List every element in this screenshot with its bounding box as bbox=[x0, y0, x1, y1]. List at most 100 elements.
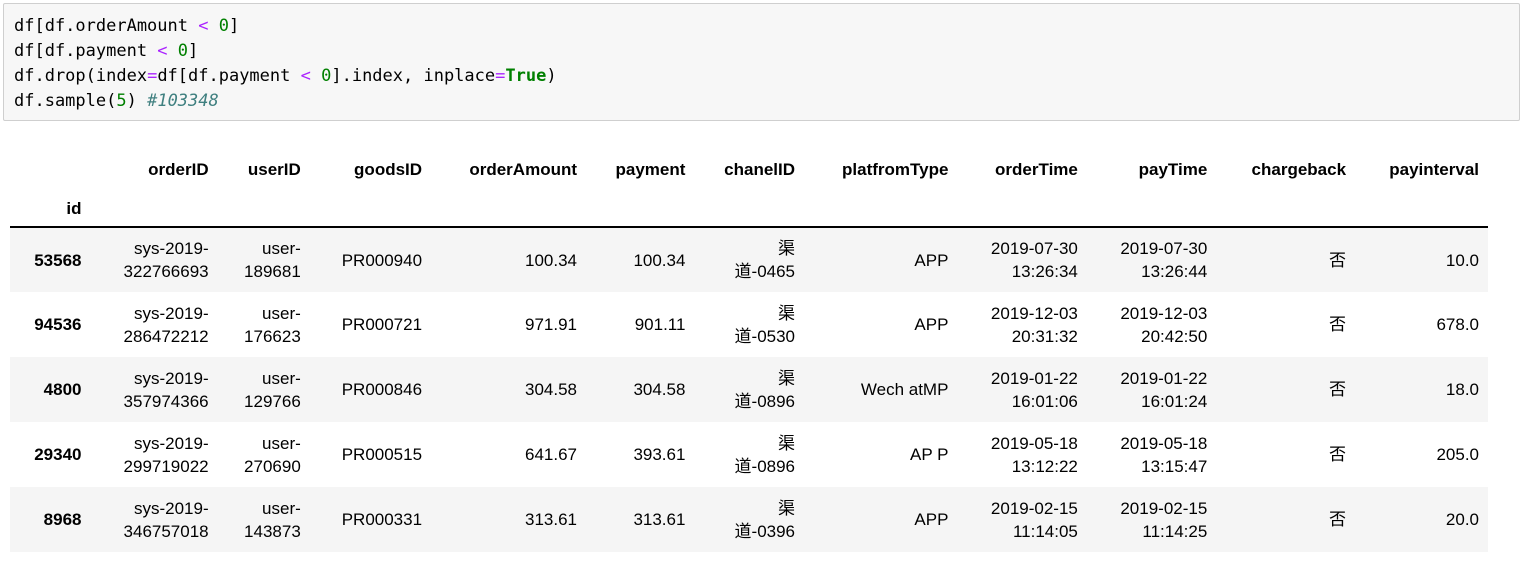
code-line: df.sample(5) #103348 bbox=[14, 89, 1519, 114]
cell-chanelID: 渠道-0396 bbox=[694, 487, 804, 552]
cell-orderAmount: 971.91 bbox=[431, 292, 586, 357]
cell-line: 299719022 bbox=[123, 456, 209, 476]
cell-payinterval: 10.0 bbox=[1355, 227, 1488, 292]
column-header-userID: userID bbox=[247, 159, 301, 179]
cell-text: 否 bbox=[1329, 249, 1346, 272]
code-line: df[df.orderAmount < 0] bbox=[14, 14, 1519, 39]
cell-text: user- 176623 bbox=[244, 302, 301, 348]
cell-line: 346757018 bbox=[123, 521, 209, 541]
column-header-payment: payment bbox=[615, 159, 686, 179]
code-cell[interactable]: df[df.orderAmount < 0] df[df.payment < 0]… bbox=[3, 3, 1520, 121]
cell-platfromType: APP bbox=[804, 292, 957, 357]
column-header-payTime: payTime bbox=[1138, 159, 1208, 179]
cell-text: user- 129766 bbox=[244, 367, 301, 413]
cell-payinterval: 18.0 bbox=[1355, 357, 1488, 422]
cell-line: 18.0 bbox=[1445, 380, 1479, 399]
cell-line: 357974366 bbox=[123, 391, 209, 411]
cell-text: 渠道-0396 bbox=[735, 497, 795, 543]
row-index: 94536 bbox=[34, 315, 82, 334]
cell-line: Wech atMP bbox=[860, 380, 949, 399]
cell-text: sys-2019- 322766693 bbox=[124, 237, 209, 283]
cell-text: 2019-12-03 20:42:50 bbox=[1120, 302, 1207, 348]
column-header-row: orderID userID goodsID orderAmount payment ch… bbox=[10, 148, 1488, 190]
code-token: ].index, inplace bbox=[331, 66, 496, 86]
column-header-orderAmount: orderAmount bbox=[469, 159, 578, 179]
cell-line: 971.91 bbox=[525, 315, 578, 334]
cell-line: 否 bbox=[1329, 445, 1347, 464]
cell-line: 2019-01-22 bbox=[990, 368, 1078, 388]
cell-platfromType: APP bbox=[804, 487, 957, 552]
cell-line: 270690 bbox=[244, 456, 301, 476]
code-token: ] bbox=[228, 16, 240, 36]
code-token: #103348 bbox=[147, 91, 219, 111]
cell-chanelID: 渠道-0465 bbox=[694, 227, 804, 292]
cell-text: Wech atMP bbox=[861, 378, 949, 401]
column-header-payinterval: payinterval bbox=[1389, 159, 1479, 179]
cell-goodsID: PR000331 bbox=[310, 487, 431, 552]
cell-text: APP bbox=[914, 249, 948, 272]
cell-orderTime: 2019-12-03 20:31:32 bbox=[957, 292, 1086, 357]
cell-line: 否 bbox=[1329, 510, 1347, 529]
cell-orderTime: 2019-02-15 11:14:05 bbox=[957, 487, 1086, 552]
cell-text: PR000721 bbox=[342, 313, 422, 336]
cell-orderID: sys-2019- 299719022 bbox=[91, 422, 218, 487]
cell-line: PR000940 bbox=[341, 250, 423, 270]
cell-line: APP bbox=[914, 250, 949, 270]
cell-line: 否 bbox=[1329, 315, 1347, 334]
cell-line: 2019-12-03 bbox=[990, 303, 1078, 323]
cell-text: 2019-02-15 11:14:25 bbox=[1120, 497, 1207, 543]
cell-payinterval: 20.0 bbox=[1355, 487, 1488, 552]
cell-line: 20:31:32 bbox=[1011, 326, 1078, 346]
cell-text: 2019-05-18 13:15:47 bbox=[1120, 432, 1207, 478]
cell-line: 2019-07-30 bbox=[990, 239, 1078, 258]
cell-line: 13:15:47 bbox=[1141, 456, 1208, 476]
cell-text: 渠道-0530 bbox=[735, 302, 795, 348]
dataframe-table: orderID userID goodsID orderAmount payment ch… bbox=[10, 148, 1488, 552]
cell-line: sys-2019- bbox=[133, 239, 209, 258]
column-header-platfromType: platfromType bbox=[842, 159, 949, 179]
cell-text: 393.61 bbox=[633, 443, 685, 466]
cell-payment: 393.61 bbox=[586, 422, 694, 487]
cell-line: 143873 bbox=[244, 521, 301, 541]
cell-platfromType: Wech atMP bbox=[804, 357, 957, 422]
cell-line: user- bbox=[262, 368, 301, 388]
cell-platfromType: AP P bbox=[804, 422, 957, 487]
table-row: 94536 sys-2019- 286472212 user- 176623 PR0007… bbox=[10, 292, 1488, 357]
cell-line: 313.61 bbox=[633, 510, 686, 529]
cell-chargeback: 否 bbox=[1216, 227, 1355, 292]
cell-text: 205.0 bbox=[1436, 443, 1479, 466]
cell-orderAmount: 100.34 bbox=[431, 227, 586, 292]
code-token: 0 bbox=[321, 66, 332, 86]
cell-goodsID: PR000515 bbox=[310, 422, 431, 487]
column-header-chanelID: chanelID bbox=[724, 159, 796, 179]
cell-text: 20.0 bbox=[1446, 508, 1479, 531]
column-header-goodsID: goodsID bbox=[354, 159, 423, 179]
index-header-spacer bbox=[10, 148, 91, 190]
code-token: = bbox=[147, 66, 158, 86]
cell-line: user- bbox=[262, 433, 301, 453]
row-index: 4800 bbox=[43, 380, 82, 399]
cell-text: 18.0 bbox=[1446, 378, 1479, 401]
cell-orderID: sys-2019- 357974366 bbox=[91, 357, 218, 422]
cell-line: 13:12:22 bbox=[1011, 456, 1078, 476]
cell-orderTime: 2019-01-22 16:01:06 bbox=[957, 357, 1086, 422]
cell-line: 286472212 bbox=[123, 326, 209, 346]
row-index: 29340 bbox=[34, 445, 82, 464]
cell-orderID: sys-2019- 286472212 bbox=[91, 292, 218, 357]
cell-line: 否 bbox=[1329, 250, 1347, 270]
table-body: 53568 sys-2019- 322766693 user- 189681 PR0009… bbox=[10, 227, 1488, 552]
cell-payinterval: 678.0 bbox=[1355, 292, 1488, 357]
cell-line: PR000515 bbox=[341, 445, 423, 464]
cell-text: sys-2019- 286472212 bbox=[124, 302, 209, 348]
cell-text: 313.61 bbox=[633, 508, 685, 531]
cell-orderAmount: 313.61 bbox=[431, 487, 586, 552]
cell-text: 678.0 bbox=[1436, 313, 1479, 336]
cell-text: 2019-07-30 13:26:34 bbox=[991, 237, 1078, 283]
cell-text: user- 189681 bbox=[244, 237, 301, 283]
code-token: ) bbox=[546, 66, 557, 86]
index-name: id bbox=[10, 190, 91, 228]
cell-text: sys-2019- 346757018 bbox=[124, 497, 209, 543]
cell-chargeback: 否 bbox=[1216, 487, 1355, 552]
code-token: 0 bbox=[218, 16, 229, 36]
cell-goodsID: PR000846 bbox=[310, 357, 431, 422]
